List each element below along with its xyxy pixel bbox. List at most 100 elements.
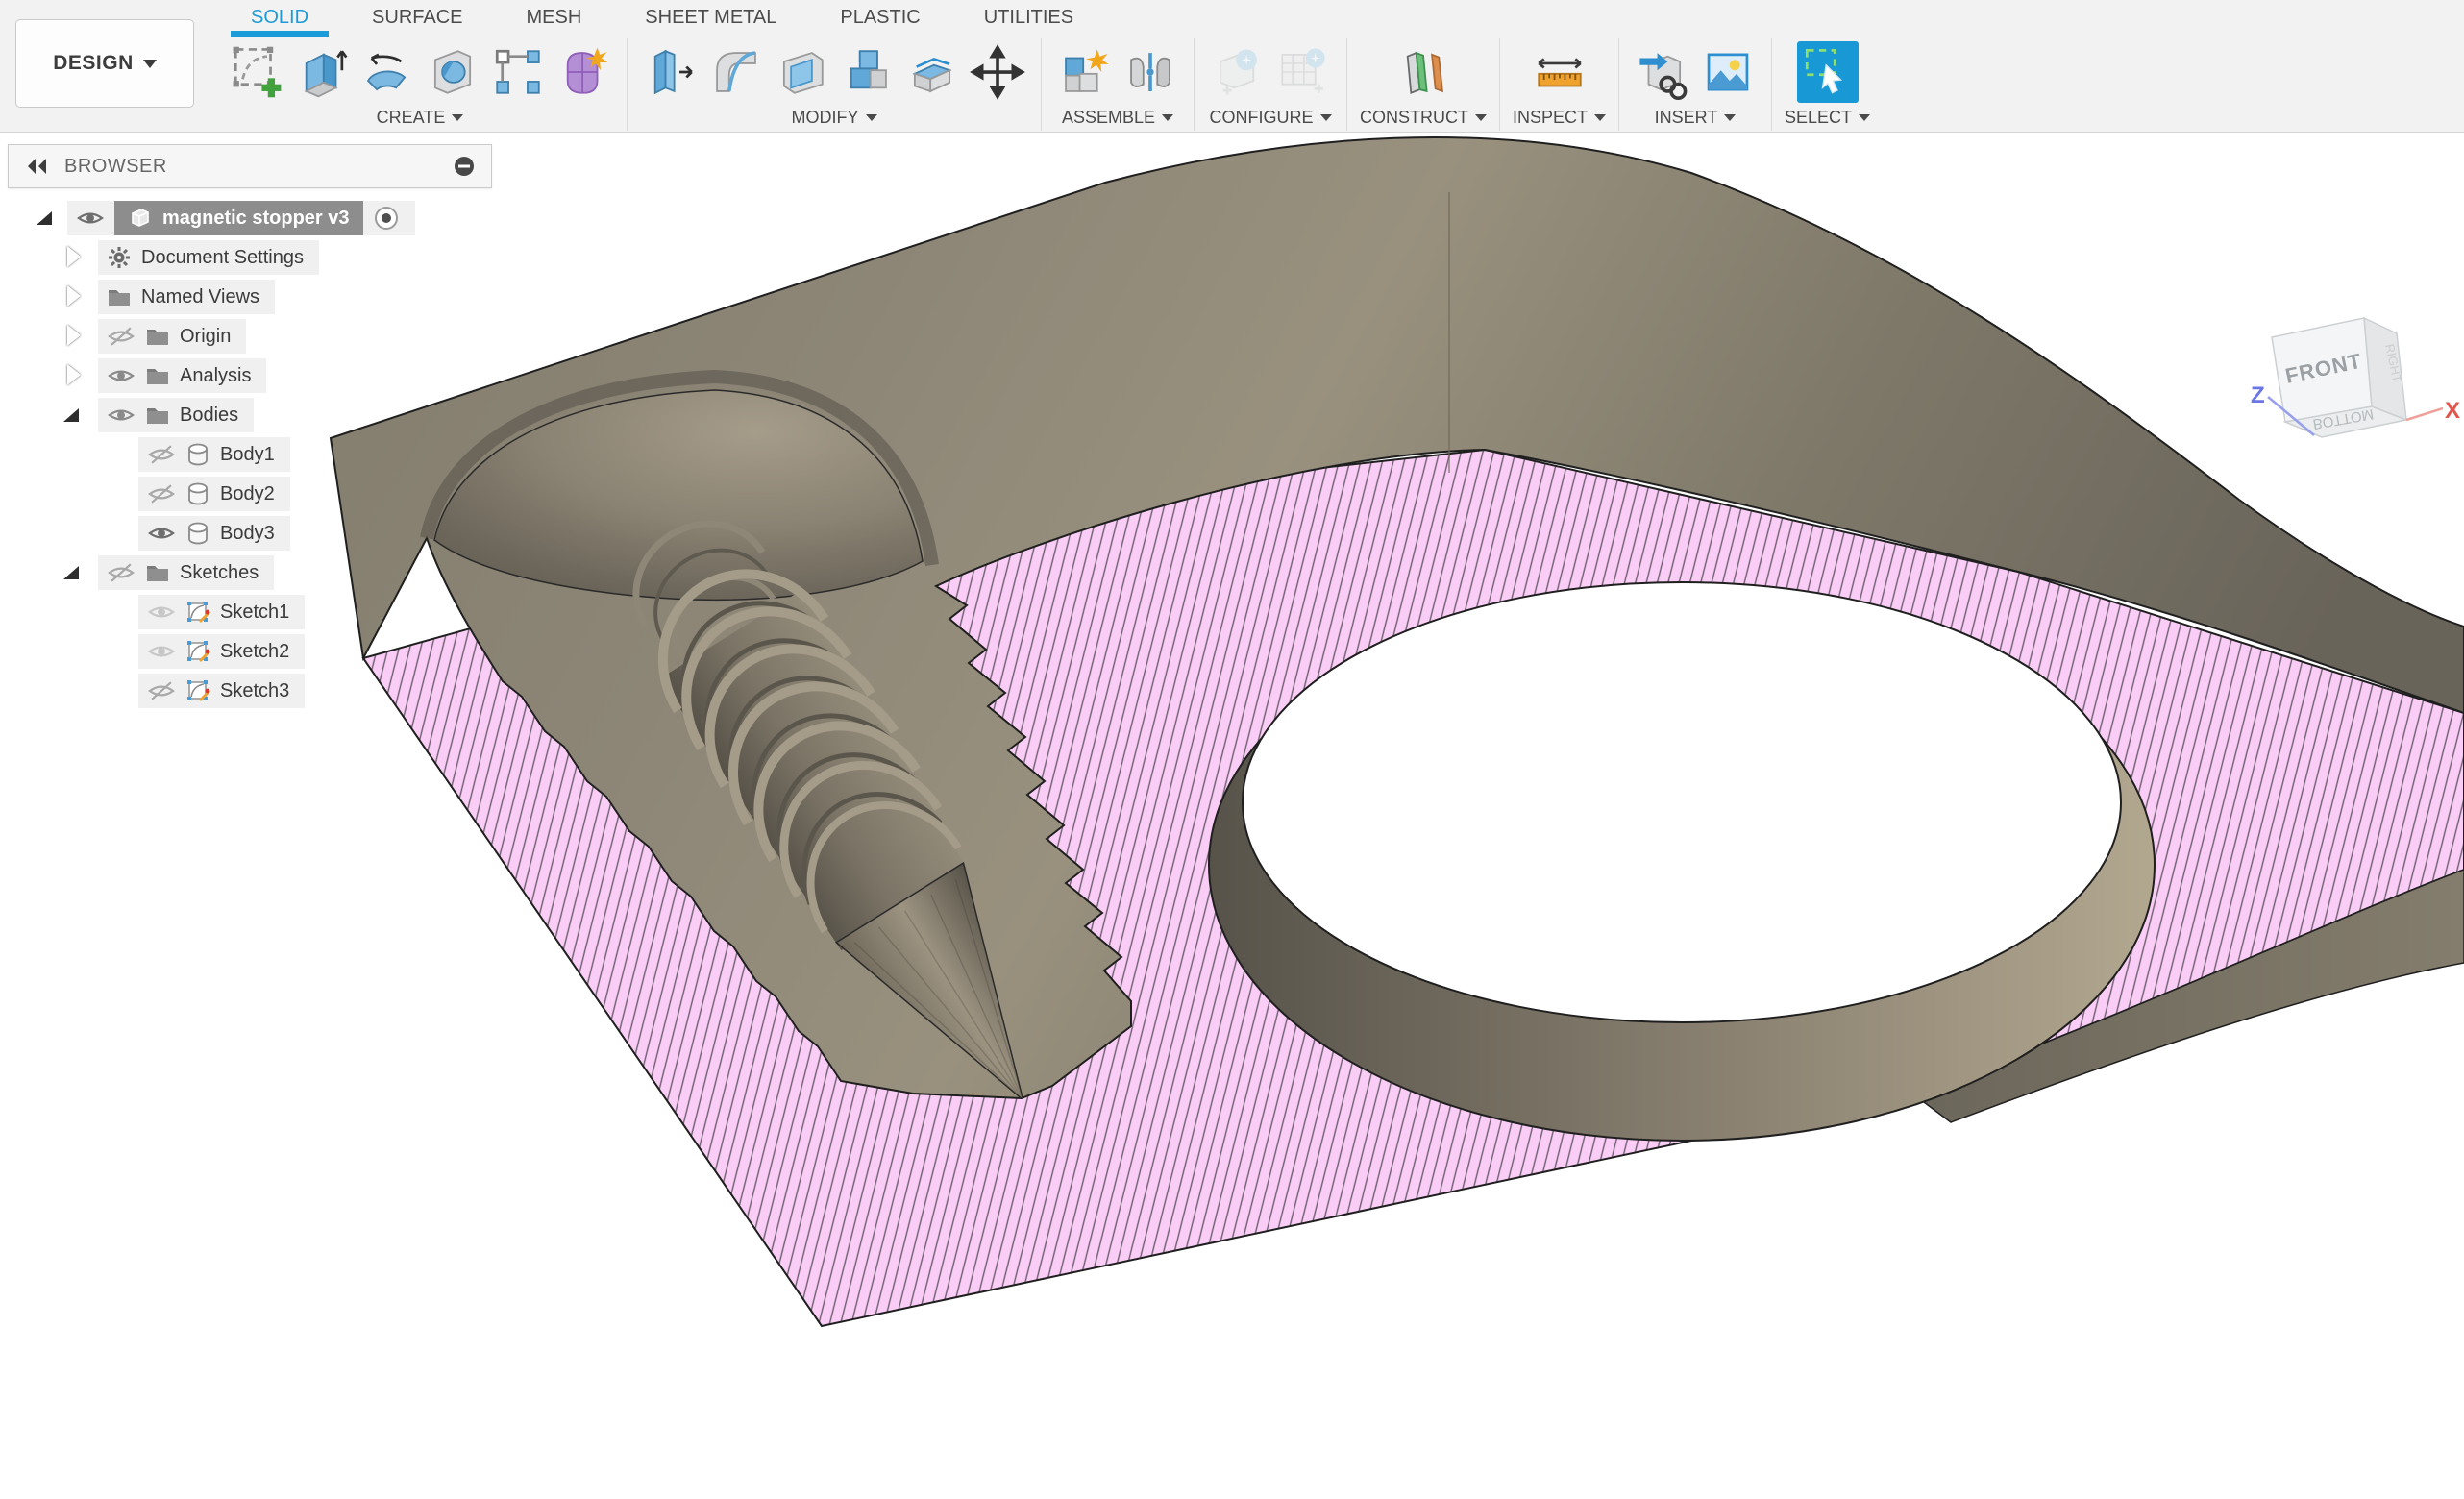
- group-label-modify[interactable]: MODIFY: [792, 108, 877, 128]
- group-label-assemble[interactable]: ASSEMBLE: [1062, 108, 1173, 128]
- expand-caret-icon[interactable]: [63, 566, 79, 579]
- group-create: CREATE: [213, 38, 627, 131]
- visibility-eye-off-icon[interactable]: [147, 444, 176, 465]
- group-select: SELECT: [1771, 38, 1883, 131]
- tab-plastic[interactable]: PLASTIC: [808, 0, 951, 37]
- activate-radio-icon[interactable]: [373, 205, 400, 232]
- tree-row-body2[interactable]: Body2: [8, 474, 492, 513]
- visibility-eye-off-icon[interactable]: [147, 483, 176, 504]
- tree-row-named-views[interactable]: Named Views: [8, 277, 492, 316]
- move-button[interactable]: [967, 41, 1028, 103]
- tree-row-sketch1[interactable]: Sketch1: [8, 592, 492, 631]
- expand-caret-icon[interactable]: [63, 408, 79, 422]
- x-axis-label[interactable]: X: [2445, 398, 2460, 424]
- tree-item-label: Sketch3: [220, 680, 289, 702]
- tree-row-document-settings[interactable]: Document Settings: [8, 237, 492, 277]
- group-label-configure[interactable]: CONFIGURE: [1210, 108, 1332, 128]
- tab-sheet-metal[interactable]: SHEET METAL: [613, 0, 808, 37]
- collapsed-caret-icon[interactable]: [67, 246, 81, 267]
- configuration-table-icon: [1275, 44, 1331, 100]
- collapsed-caret-icon[interactable]: [67, 364, 81, 385]
- tree-row-bodies[interactable]: Bodies: [8, 395, 492, 434]
- form-button[interactable]: [553, 41, 614, 103]
- create-sketch-button[interactable]: [226, 41, 287, 103]
- tab-mesh[interactable]: MESH: [495, 0, 614, 37]
- tree-row-root[interactable]: magnetic stopper v3: [8, 198, 492, 237]
- tree-row-sketch2[interactable]: Sketch2: [8, 631, 492, 671]
- measure-button[interactable]: [1529, 41, 1590, 103]
- collapse-panel-icon[interactable]: [24, 157, 49, 176]
- ribbon-tabs: SOLID SURFACE MESH SHEET METAL PLASTIC U…: [219, 0, 1105, 37]
- browser-panel: BROWSER magnetic stopper v3: [8, 144, 492, 710]
- gear-icon: [107, 245, 132, 270]
- display-settings-icon[interactable]: [453, 155, 476, 178]
- form-icon: [555, 44, 611, 100]
- tree-item-label: Named Views: [141, 286, 259, 308]
- shell-button[interactable]: [771, 41, 832, 103]
- viewcube[interactable]: FRONT RIGHT BOTTOM Z X: [2245, 295, 2464, 460]
- tab-utilities[interactable]: UTILITIES: [952, 0, 1105, 37]
- tree-item-label: Sketches: [180, 562, 259, 584]
- configuration-button[interactable]: [1207, 41, 1269, 103]
- group-label-construct[interactable]: CONSTRUCT: [1360, 108, 1487, 128]
- visibility-eye-icon[interactable]: [107, 405, 136, 426]
- extrude-icon: [294, 44, 350, 100]
- tree-item-label: Analysis: [180, 365, 251, 387]
- offset-face-icon: [904, 44, 960, 100]
- ribbon-toolbar: DESIGN SOLID SURFACE MESH SHEET METAL PL…: [0, 0, 2464, 133]
- tab-solid[interactable]: SOLID: [219, 0, 340, 37]
- configuration-table-button[interactable]: [1272, 41, 1334, 103]
- joint-button[interactable]: [1120, 41, 1181, 103]
- extrude-button[interactable]: [291, 41, 353, 103]
- tree-row-analysis[interactable]: Analysis: [8, 356, 492, 395]
- folder-icon: [145, 561, 170, 584]
- insert-derive-button[interactable]: [1632, 41, 1693, 103]
- revolve-icon: [359, 44, 415, 100]
- visibility-eye-off-icon[interactable]: [147, 680, 176, 701]
- expand-caret-icon[interactable]: [37, 211, 52, 225]
- press-pull-button[interactable]: [640, 41, 702, 103]
- collapsed-caret-icon[interactable]: [67, 325, 81, 346]
- tree-row-origin[interactable]: Origin: [8, 316, 492, 356]
- visibility-eye-faded-icon[interactable]: [147, 641, 176, 662]
- revolve-button[interactable]: [357, 41, 418, 103]
- combine-button[interactable]: [836, 41, 898, 103]
- tree-item-label: Origin: [180, 326, 231, 348]
- construct-plane-button[interactable]: [1392, 41, 1454, 103]
- visibility-eye-off-icon[interactable]: [107, 562, 136, 583]
- pattern-button[interactable]: [487, 41, 549, 103]
- create-sketch-icon: [229, 44, 284, 100]
- tree-item-label: Document Settings: [141, 247, 304, 269]
- component-cube-icon: [128, 206, 153, 231]
- combine-icon: [839, 44, 895, 100]
- browser-tree: magnetic stopper v3 Document Settings: [8, 198, 492, 710]
- select-button[interactable]: [1797, 41, 1859, 103]
- root-component-box[interactable]: magnetic stopper v3: [114, 201, 363, 235]
- visibility-eye-faded-icon[interactable]: [147, 602, 176, 623]
- visibility-eye-icon[interactable]: [147, 523, 176, 544]
- browser-title: BROWSER: [64, 156, 453, 178]
- offset-face-button[interactable]: [901, 41, 963, 103]
- workspace-switcher-button[interactable]: DESIGN: [15, 19, 194, 108]
- fillet-button[interactable]: [705, 41, 767, 103]
- group-label-select[interactable]: SELECT: [1785, 108, 1870, 128]
- tree-row-sketches[interactable]: Sketches: [8, 553, 492, 592]
- tree-row-body1[interactable]: Body1: [8, 434, 492, 474]
- z-axis-label[interactable]: Z: [2251, 382, 2265, 408]
- group-label-inspect[interactable]: INSPECT: [1513, 108, 1606, 128]
- insert-canvas-button[interactable]: [1697, 41, 1759, 103]
- group-label-insert[interactable]: INSERT: [1655, 108, 1737, 128]
- new-component-button[interactable]: [1054, 41, 1116, 103]
- tab-surface[interactable]: SURFACE: [340, 0, 494, 37]
- hole-button[interactable]: [422, 41, 483, 103]
- visibility-eye-icon[interactable]: [76, 208, 105, 229]
- tree-row-sketch3[interactable]: Sketch3: [8, 671, 492, 710]
- collapsed-caret-icon[interactable]: [67, 285, 81, 307]
- hole-icon: [425, 44, 480, 100]
- group-label-create[interactable]: CREATE: [377, 108, 464, 128]
- visibility-eye-icon[interactable]: [107, 365, 136, 386]
- visibility-eye-off-icon[interactable]: [107, 326, 136, 347]
- group-construct: CONSTRUCT: [1346, 38, 1499, 131]
- tree-row-body3[interactable]: Body3: [8, 513, 492, 553]
- body-cylinder-icon: [185, 442, 210, 467]
